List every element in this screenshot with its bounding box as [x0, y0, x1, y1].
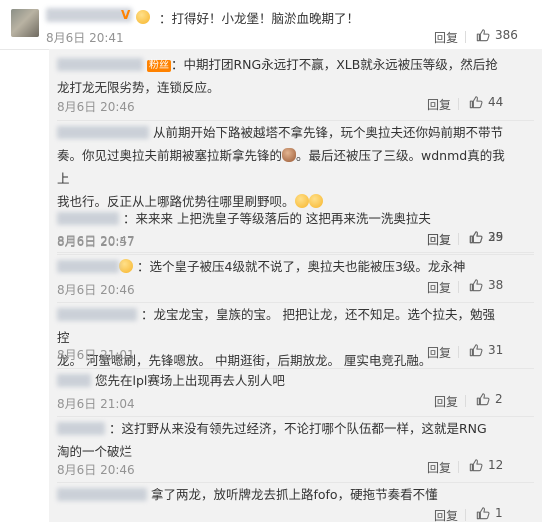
timestamp: 8月6日 20:46 — [57, 463, 135, 477]
divider — [465, 395, 466, 407]
reply-item: 拿了两龙，放听牌龙去抓上路fofo，硬拖节奏看不懂 回复 1 — [49, 483, 542, 524]
thumbs-up-icon — [469, 279, 483, 292]
reply-text: ：这打野从来没有领先过经济，不论打哪个队伍都一样，这就是RNG 淘的一个破烂 — [57, 421, 487, 459]
emoji-icon — [294, 194, 309, 208]
emoji-icon — [136, 10, 150, 24]
like-button[interactable]: 2 — [476, 392, 503, 406]
like-button[interactable]: 35 — [469, 230, 503, 244]
reply-button[interactable]: 回复 — [434, 29, 458, 46]
like-count: 44 — [488, 95, 504, 109]
reply-item: ：来来来 上把洗皇子等级落后的 这把再来洗一洗奥拉夫 8月6日 20:57 回复… — [49, 207, 542, 255]
thumbs-up-icon — [469, 231, 483, 244]
reply-button[interactable]: 回复 — [434, 507, 458, 524]
avatar[interactable] — [11, 9, 39, 37]
comment-text: ：打得好！小龙堡！脑淤血晚期了！ — [159, 11, 360, 26]
username-redacted[interactable] — [57, 212, 119, 225]
top-comment: V ：打得好！小龙堡！脑淤血晚期了！ 8月6日 20:41 回复 386 — [0, 0, 548, 50]
reply-item: ：这打野从来没有领先过经济，不论打哪个队伍都一样，这就是RNG 淘的一个破烂 8… — [49, 417, 542, 483]
reply-text: 粉丝 ：中期打团RNG永远打不赢，XLB就永远被压等级，然后抢 龙打龙无限劣势，连… — [57, 57, 498, 95]
reply-button[interactable]: 回复 — [427, 231, 451, 248]
scrollbar-track[interactable] — [542, 49, 548, 522]
reply-button[interactable]: 回复 — [427, 344, 451, 361]
timestamp: 8月6日 21:01 — [57, 348, 135, 362]
like-count: 38 — [488, 278, 504, 292]
like-count: 31 — [488, 343, 504, 357]
thumbs-up-icon — [469, 459, 483, 472]
reply-button[interactable]: 回复 — [434, 393, 458, 410]
reply-button[interactable]: 回复 — [427, 96, 451, 113]
reply-item: ：选个皇子被压4级就不说了，奥拉夫也能被压3级。龙永神 8月6日 20:46 回… — [49, 255, 542, 303]
thumbs-up-icon — [476, 393, 490, 406]
reply-button[interactable]: 回复 — [427, 279, 451, 296]
divider — [458, 233, 459, 245]
reply-text: 拿了两龙，放听牌龙去抓上路fofo，硬拖节奏看不懂 — [57, 483, 507, 506]
like-count: 35 — [488, 230, 504, 244]
emoji-icon — [119, 259, 133, 273]
thumbs-up-icon — [469, 96, 483, 109]
reply-text: 从前期开始下路被越塔不拿先锋，玩个奥拉夫还你妈前期不带节 奏。你见过奥拉夫前期被… — [57, 125, 505, 209]
username-redacted[interactable] — [57, 260, 119, 273]
thumbs-up-icon — [476, 507, 490, 520]
timestamp: 8月6日 20:46 — [57, 283, 135, 297]
reply-text: ：来来来 上把洗皇子等级落后的 这把再来洗一洗奥拉夫 — [57, 207, 507, 230]
like-count: 1 — [495, 506, 503, 520]
verified-badge: V — [121, 8, 131, 22]
like-button[interactable]: 38 — [469, 278, 503, 292]
divider — [458, 346, 459, 358]
username-redacted[interactable] — [57, 488, 147, 501]
emoji-icon — [282, 148, 297, 162]
like-count: 2 — [495, 392, 503, 406]
timestamp: 8月6日 20:41 — [46, 31, 124, 45]
like-button[interactable]: 31 — [469, 343, 503, 357]
timestamp: 8月6日 20:57 — [57, 235, 135, 249]
timestamp: 8月6日 20:46 — [57, 100, 135, 114]
reply-text: ：选个皇子被压4级就不说了，奥拉夫也能被压3级。龙永神 — [57, 255, 507, 278]
username-redacted[interactable] — [46, 8, 132, 22]
username-redacted[interactable] — [57, 58, 143, 71]
reply-item: 粉丝 ：中期打团RNG永远打不赢，XLB就永远被压等级，然后抢 龙打龙无限劣势，连… — [49, 49, 542, 121]
thumbs-up-icon — [476, 29, 490, 42]
reply-button[interactable]: 回复 — [427, 459, 451, 476]
username-redacted[interactable] — [57, 126, 149, 139]
thumbs-up-icon — [469, 344, 483, 357]
like-button[interactable]: 1 — [476, 506, 503, 520]
divider — [465, 31, 466, 43]
username-redacted[interactable] — [57, 308, 137, 321]
like-button[interactable]: 44 — [469, 95, 503, 109]
username-redacted[interactable] — [57, 374, 91, 387]
divider — [465, 509, 466, 521]
like-button[interactable]: 12 — [469, 458, 503, 472]
like-count: 12 — [488, 458, 504, 472]
timestamp: 8月6日 21:04 — [57, 397, 135, 411]
fan-badge: 粉丝 — [146, 60, 171, 72]
reply-item: ：龙宝龙宝，皇族的宝。 把把让龙，还不知足。选个拉夫，勉强控 龙。 河蟹嗯刷，先… — [49, 303, 542, 369]
emoji-icon — [308, 194, 323, 208]
like-button[interactable]: 386 — [476, 28, 518, 42]
divider — [458, 98, 459, 110]
reply-text: 您先在lpl赛场上出现再去人别人吧 — [57, 369, 507, 392]
replies-panel: 粉丝 ：中期打团RNG永远打不赢，XLB就永远被压等级，然后抢 龙打龙无限劣势，连… — [49, 49, 542, 524]
divider — [458, 461, 459, 473]
reply-item: 您先在lpl赛场上出现再去人别人吧 8月6日 21:04 回复 2 — [49, 369, 542, 417]
like-count: 386 — [495, 28, 518, 42]
username-redacted[interactable] — [57, 422, 105, 435]
divider — [458, 281, 459, 293]
